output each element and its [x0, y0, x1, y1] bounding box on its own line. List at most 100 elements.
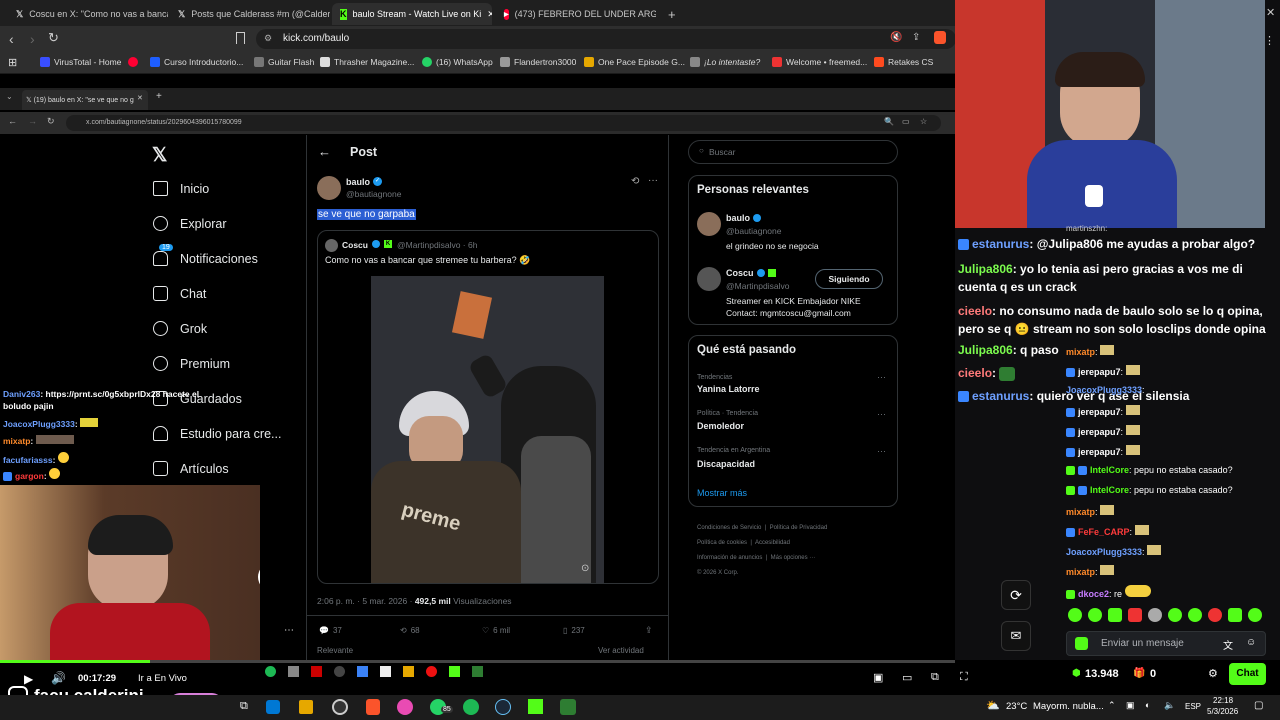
emote-icon[interactable] — [1188, 608, 1202, 622]
post-header-title: Post — [350, 145, 378, 159]
tab-youtube[interactable]: ▶ (473) FEBRERO DEL UNDER ARGENT — [496, 3, 656, 25]
close-icon[interactable]: ✕ — [1266, 6, 1275, 19]
bookmark-freemed[interactable]: Welcome • freemed... — [772, 57, 867, 67]
store-icon[interactable] — [266, 700, 280, 714]
grok-icon: ⟳ — [1001, 580, 1031, 610]
outer-tab-bar: 𝕏 Coscu en X: "Como no vas a bancar q 𝕏 … — [0, 0, 955, 26]
stream-url-text: x.com/bautiagnone/status/202960439601578… — [86, 119, 242, 126]
emote-icon[interactable] — [1108, 608, 1122, 622]
mute-icon[interactable]: 🔇 — [890, 32, 902, 43]
bookmark-flandertron[interactable]: Flandertron3000 — [500, 57, 576, 67]
bookmark-virustotal[interactable]: VirusTotal - Home — [40, 57, 121, 67]
bookmark-one-pace[interactable]: One Pace Episode G... — [584, 57, 685, 67]
emote-icon[interactable] — [1128, 608, 1142, 622]
overlay-chat-message: Julipa806: q paso — [958, 343, 1059, 357]
site-info-icon[interactable]: ⚙ — [264, 33, 272, 44]
badge-icon — [1078, 486, 1087, 496]
translate-icon[interactable]: 文 — [1223, 637, 1233, 652]
youtube-icon: ▶ — [504, 8, 509, 20]
emote-icon — [1100, 345, 1115, 355]
tab-label: Posts que Calderass #m (@CalderiniFa — [191, 9, 330, 19]
emote-icon[interactable] — [1208, 608, 1222, 622]
notification-icon[interactable]: ▢ — [1254, 700, 1263, 711]
reload-icon[interactable]: ↻ — [48, 30, 59, 46]
nav-explorar: Explorar — [153, 216, 227, 231]
emote-icon[interactable] — [1168, 608, 1182, 622]
emote-icon[interactable] — [1248, 608, 1262, 622]
send-chat-button[interactable]: Chat — [1229, 663, 1266, 685]
chat-input-placeholder: Enviar un mensaje — [1101, 638, 1184, 649]
close-tab-icon[interactable]: ✕ — [487, 9, 492, 20]
go-live-button[interactable]: Ir a En Vivo — [138, 673, 187, 684]
tray-app-icon[interactable]: ◐ — [1145, 700, 1150, 710]
tray-app-icon[interactable]: ▣ — [1126, 700, 1135, 711]
back-icon[interactable]: ‹ — [9, 31, 14, 47]
divider — [307, 615, 668, 616]
emote-icon[interactable] — [1228, 608, 1242, 622]
chat-message: IntelCore: pepu no estaba casado? — [1066, 485, 1233, 496]
trending-title: Qué está pasando — [697, 344, 797, 356]
bookmark-thrasher[interactable]: Thrasher Magazine... — [320, 57, 414, 67]
file-explorer-icon[interactable] — [299, 700, 313, 714]
emote-icon[interactable] — [1068, 608, 1082, 622]
tab-calderass[interactable]: 𝕏 Posts que Calderass #m (@CalderiniFa — [170, 3, 330, 25]
tab-label: baulo Stream - Watch Live on Ki — [352, 9, 482, 19]
chat-input[interactable]: Enviar un mensaje 文 ☺ — [1066, 631, 1266, 656]
steam-icon[interactable] — [495, 699, 511, 715]
bookmark-guitar-flash[interactable]: Guitar Flash — [254, 57, 314, 67]
kick-icon[interactable] — [528, 699, 543, 714]
reply-stat: 💬 37 — [319, 626, 342, 635]
clock-time[interactable]: 22:18 — [1213, 696, 1233, 705]
url-field[interactable]: ⚙ kick.com/baulo 🔇 ⇪ — [256, 29, 956, 49]
folder-icon — [403, 665, 414, 677]
bookmark-retakes[interactable]: Retakes CS — [874, 57, 933, 67]
tab-baulo-stream[interactable]: K baulo Stream - Watch Live on Ki ✕ — [332, 3, 492, 25]
chevron-up-icon[interactable]: ⌃ — [1108, 700, 1116, 711]
bookmark-whatsapp[interactable]: (16) WhatsApp — [422, 57, 493, 67]
tab-coscu[interactable]: 𝕏 Coscu en X: "Como no vas a bancar q — [8, 3, 168, 25]
grok-icon: ⟲ — [631, 176, 640, 187]
play-icon[interactable]: ▶ — [24, 672, 33, 686]
spotify-icon[interactable] — [463, 699, 479, 715]
app-icon[interactable] — [560, 699, 576, 715]
like-stat: ♡ 6 mil — [482, 626, 511, 635]
new-tab-button[interactable]: + — [660, 3, 680, 25]
forward-icon[interactable]: › — [30, 31, 35, 47]
settings-gear-icon[interactable]: ⚙ — [1208, 667, 1218, 680]
emote-icon[interactable] — [1088, 608, 1102, 622]
more-options-icon[interactable]: ⋮ — [1264, 34, 1275, 47]
emote-icon — [80, 418, 99, 427]
trend-name: Demoledor — [697, 421, 745, 431]
brave-icon[interactable] — [366, 699, 380, 715]
brave-shield-icon[interactable] — [934, 31, 946, 44]
clock-date[interactable]: 5/3/2026 — [1207, 707, 1238, 716]
task-view-icon[interactable]: ⧉ — [240, 700, 248, 713]
volume-icon[interactable]: 🔊 — [51, 671, 66, 685]
globe-icon — [500, 57, 510, 67]
app-icon[interactable] — [397, 699, 413, 715]
emote-icon — [49, 468, 61, 479]
bookmark-curso[interactable]: Curso Introductorio... — [150, 57, 243, 67]
more-options-icon: ··· — [877, 409, 886, 419]
kick-badge-icon — [1075, 637, 1088, 650]
emote-icon — [1125, 425, 1140, 435]
gift-count: 0 — [1150, 668, 1157, 680]
gift-icon[interactable]: 🎁 — [1133, 668, 1145, 679]
share-icon[interactable]: ⇪ — [912, 32, 920, 43]
bookmark-page-icon[interactable] — [236, 32, 245, 44]
premium-icon — [153, 356, 168, 371]
trend-name: Yanina Latorre — [697, 384, 760, 394]
obs-icon[interactable] — [332, 699, 348, 715]
emote-icon — [1134, 525, 1149, 535]
emoji-icon[interactable]: ☺ — [1246, 637, 1256, 648]
emote-icon[interactable] — [1148, 608, 1162, 622]
expand-icon: ⊙ — [581, 563, 590, 574]
emote-icon — [1147, 545, 1162, 555]
relevant-title: Personas relevantes — [697, 184, 809, 196]
bookmark-youtube[interactable] — [128, 57, 138, 67]
apps-grid-icon[interactable]: ⊞ — [8, 56, 17, 69]
bookmark-lo-intentaste[interactable]: ¡Lo intentaste? — [690, 57, 760, 67]
speaker-icon[interactable]: 🔈 — [1164, 700, 1175, 711]
avatar — [325, 239, 338, 252]
language-indicator[interactable]: ESP — [1185, 702, 1201, 711]
